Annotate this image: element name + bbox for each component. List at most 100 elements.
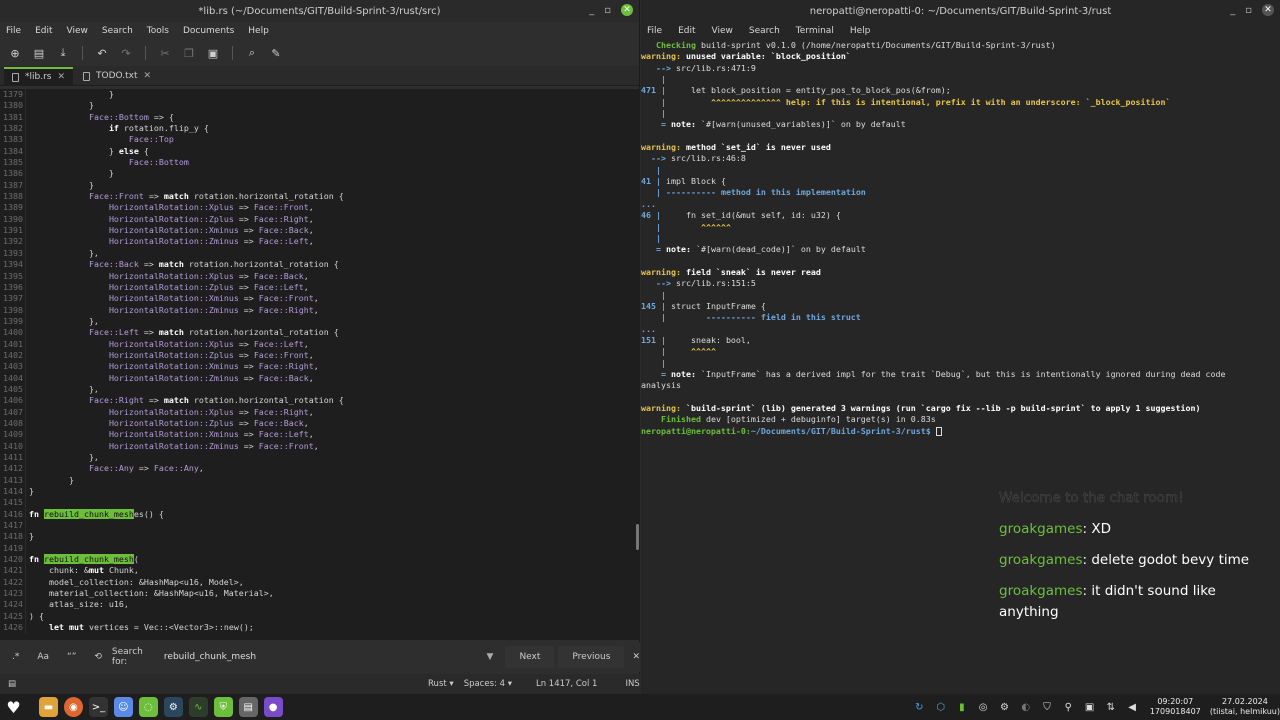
code-line[interactable]: 1403 HorizontalRotation::Xminus => Face:… bbox=[0, 361, 640, 373]
discord-icon[interactable]: ☺ bbox=[113, 697, 133, 717]
close-icon[interactable]: ✕ bbox=[1262, 4, 1274, 16]
dropdown-icon[interactable]: ▼ bbox=[487, 652, 494, 662]
volume-icon[interactable]: ◀ bbox=[1125, 700, 1138, 714]
code-line[interactable]: 1414} bbox=[0, 486, 640, 498]
terminal-icon[interactable]: >_ bbox=[88, 697, 108, 717]
menu-edit[interactable]: Edit bbox=[35, 26, 52, 36]
whole-word-toggle[interactable]: “” bbox=[61, 647, 82, 667]
code-line[interactable]: 1405 }, bbox=[0, 383, 640, 396]
code-line[interactable]: 1415 bbox=[0, 497, 640, 509]
undo-icon[interactable]: ↶ bbox=[93, 44, 111, 62]
code-line[interactable]: 1426 let mut vertices = Vec::<Vector3>::… bbox=[0, 622, 640, 634]
code-line[interactable]: 1385 Face::Bottom bbox=[0, 157, 640, 169]
update-icon[interactable]: ◐ bbox=[1019, 700, 1032, 714]
code-line[interactable]: 1422 model_collection: &HashMap<u16, Mod… bbox=[0, 576, 640, 589]
language-selector[interactable]: Rust ▾ bbox=[428, 679, 454, 689]
code-line[interactable]: 1413 } bbox=[0, 474, 640, 487]
tab-close-icon[interactable]: ✕ bbox=[57, 72, 65, 82]
code-line[interactable]: 1409 HorizontalRotation::Xminus => Face:… bbox=[0, 429, 640, 441]
menu-file[interactable]: File bbox=[6, 26, 21, 36]
code-line[interactable]: 1398 HorizontalRotation::Zminus => Face:… bbox=[0, 304, 640, 316]
code-line[interactable]: 1393 }, bbox=[0, 247, 640, 260]
code-line[interactable]: 1379 } bbox=[0, 89, 640, 101]
menu-tools[interactable]: Tools bbox=[147, 26, 169, 36]
paste-icon[interactable]: ▣ bbox=[204, 44, 222, 62]
code-line[interactable]: 1390 HorizontalRotation::Zplus => Face::… bbox=[0, 213, 640, 226]
search-input[interactable]: rebuild_chunk_mesh ▼ bbox=[156, 646, 502, 668]
code-line[interactable]: 1391 HorizontalRotation::Xminus => Face:… bbox=[0, 225, 640, 237]
code-line[interactable]: 1404 HorizontalRotation::Zminus => Face:… bbox=[0, 372, 640, 384]
code-line[interactable]: 1395 HorizontalRotation::Xplus => Face::… bbox=[0, 270, 640, 282]
clipboard-icon[interactable]: ▣ bbox=[1083, 700, 1096, 714]
code-line[interactable]: 1397 HorizontalRotation::Xminus => Face:… bbox=[0, 293, 640, 305]
menu-edit[interactable]: Edit bbox=[678, 26, 695, 36]
shield-tray-icon[interactable]: ⛉ bbox=[1040, 700, 1053, 714]
search-icon[interactable]: ⌕ bbox=[243, 44, 261, 62]
code-line[interactable]: 1418} bbox=[0, 531, 640, 543]
statusbar-toggle-icon[interactable]: ▤ bbox=[8, 679, 16, 689]
code-line[interactable]: 1420 fn rebuild_chunk_mesh( bbox=[0, 554, 640, 566]
replace-icon[interactable]: ✎ bbox=[267, 44, 285, 62]
code-line[interactable]: 1412 Face::Any => Face::Any, bbox=[0, 463, 640, 475]
new-file-icon[interactable]: ⊕ bbox=[6, 44, 24, 62]
code-line[interactable]: 1416 fn rebuild_chunk_meshes() { bbox=[0, 508, 640, 521]
network-icon[interactable]: ⇅ bbox=[1104, 700, 1117, 714]
firefox-icon[interactable]: ◉ bbox=[63, 697, 83, 717]
files-icon[interactable]: ▬ bbox=[38, 697, 58, 717]
code-line[interactable]: 1411 }, bbox=[0, 452, 640, 464]
code-line[interactable]: 1406 Face::Right => match rotation.horiz… bbox=[0, 395, 640, 407]
code-line[interactable]: 1388 Face::Front => match rotation.horiz… bbox=[0, 191, 640, 203]
code-line[interactable]: 1400 Face::Left => match rotation.horizo… bbox=[0, 327, 640, 339]
obs-icon[interactable]: ◎ bbox=[977, 700, 990, 714]
lock-icon[interactable]: ▮ bbox=[955, 700, 968, 714]
cut-icon[interactable]: ✂ bbox=[156, 44, 174, 62]
next-button[interactable]: Next bbox=[505, 646, 555, 668]
code-line[interactable]: 1408 HorizontalRotation::Zplus => Face::… bbox=[0, 417, 640, 430]
code-line[interactable]: 1380 } bbox=[0, 100, 640, 112]
code-line[interactable]: 1381 Face::Bottom => { bbox=[0, 111, 640, 124]
code-line[interactable]: 1387 } bbox=[0, 179, 640, 192]
github-icon[interactable]: ● bbox=[263, 697, 283, 717]
menu-search[interactable]: Search bbox=[749, 26, 780, 36]
menu-help[interactable]: Help bbox=[850, 26, 871, 36]
code-line[interactable]: 1386 } bbox=[0, 168, 640, 180]
menu-help[interactable]: Help bbox=[248, 26, 269, 36]
menu-view[interactable]: View bbox=[712, 26, 733, 36]
location-icon[interactable]: ⚲ bbox=[1062, 700, 1075, 714]
tab-todo-txt[interactable]: TODO.txt ✕ bbox=[75, 67, 159, 85]
code-line[interactable]: 1383 Face::Top bbox=[0, 134, 640, 146]
save-icon[interactable]: ⤓ bbox=[54, 44, 72, 62]
code-line[interactable]: 1399 }, bbox=[0, 315, 640, 328]
code-line[interactable]: 1417 bbox=[0, 520, 640, 532]
indent-selector[interactable]: Spaces: 4 ▾ bbox=[464, 679, 512, 689]
shield-icon[interactable]: ⛨ bbox=[213, 697, 233, 717]
steam-tray-icon[interactable]: ⚙ bbox=[998, 700, 1011, 714]
open-file-icon[interactable]: ▤ bbox=[30, 44, 48, 62]
steam-icon[interactable]: ⚙ bbox=[163, 697, 183, 717]
replace-toggle-icon[interactable]: ⟲ bbox=[88, 647, 108, 667]
dropbox-icon[interactable]: ⬡ bbox=[934, 700, 947, 714]
code-line[interactable]: 1425) { bbox=[0, 610, 640, 623]
menu-search[interactable]: Search bbox=[102, 26, 133, 36]
code-line[interactable]: 1419 bbox=[0, 542, 640, 555]
code-line[interactable]: 1407 HorizontalRotation::Xplus => Face::… bbox=[0, 406, 640, 418]
copy-icon[interactable]: ❐ bbox=[180, 44, 198, 62]
date[interactable]: 27.02.2024 (tiistai, helmikuu) bbox=[1210, 697, 1280, 717]
redo-icon[interactable]: ↷ bbox=[117, 44, 135, 62]
menu-file[interactable]: File bbox=[647, 26, 662, 36]
text-editor-icon[interactable]: ▤ bbox=[238, 697, 258, 717]
code-line[interactable]: 1392 HorizontalRotation::Zminus => Face:… bbox=[0, 236, 640, 248]
regex-toggle[interactable]: .* bbox=[6, 647, 25, 667]
code-area[interactable]: 1379 } 1380 } 1381 Face::Bottom => {1382 i… bbox=[0, 89, 640, 640]
code-line[interactable]: 1423 material_collection: &HashMap<u16, … bbox=[0, 588, 640, 600]
close-icon[interactable]: ✕ bbox=[621, 4, 633, 16]
system-monitor-icon[interactable]: ∿ bbox=[188, 697, 208, 717]
clock[interactable]: 09:20:07 1709018407 bbox=[1149, 697, 1202, 717]
maximize-icon[interactable]: ▫ bbox=[1245, 5, 1252, 16]
code-line[interactable]: 1410 HorizontalRotation::Zminus => Face:… bbox=[0, 440, 640, 452]
tab-lib-rs[interactable]: *lib.rs ✕ bbox=[4, 67, 74, 85]
menu-view[interactable]: View bbox=[67, 26, 88, 36]
code-line[interactable]: 1396 HorizontalRotation::Zplus => Face::… bbox=[0, 281, 640, 294]
code-line[interactable]: 1382 if rotation.flip_y { bbox=[0, 123, 640, 135]
code-line[interactable]: 1389 HorizontalRotation::Xplus => Face::… bbox=[0, 202, 640, 214]
